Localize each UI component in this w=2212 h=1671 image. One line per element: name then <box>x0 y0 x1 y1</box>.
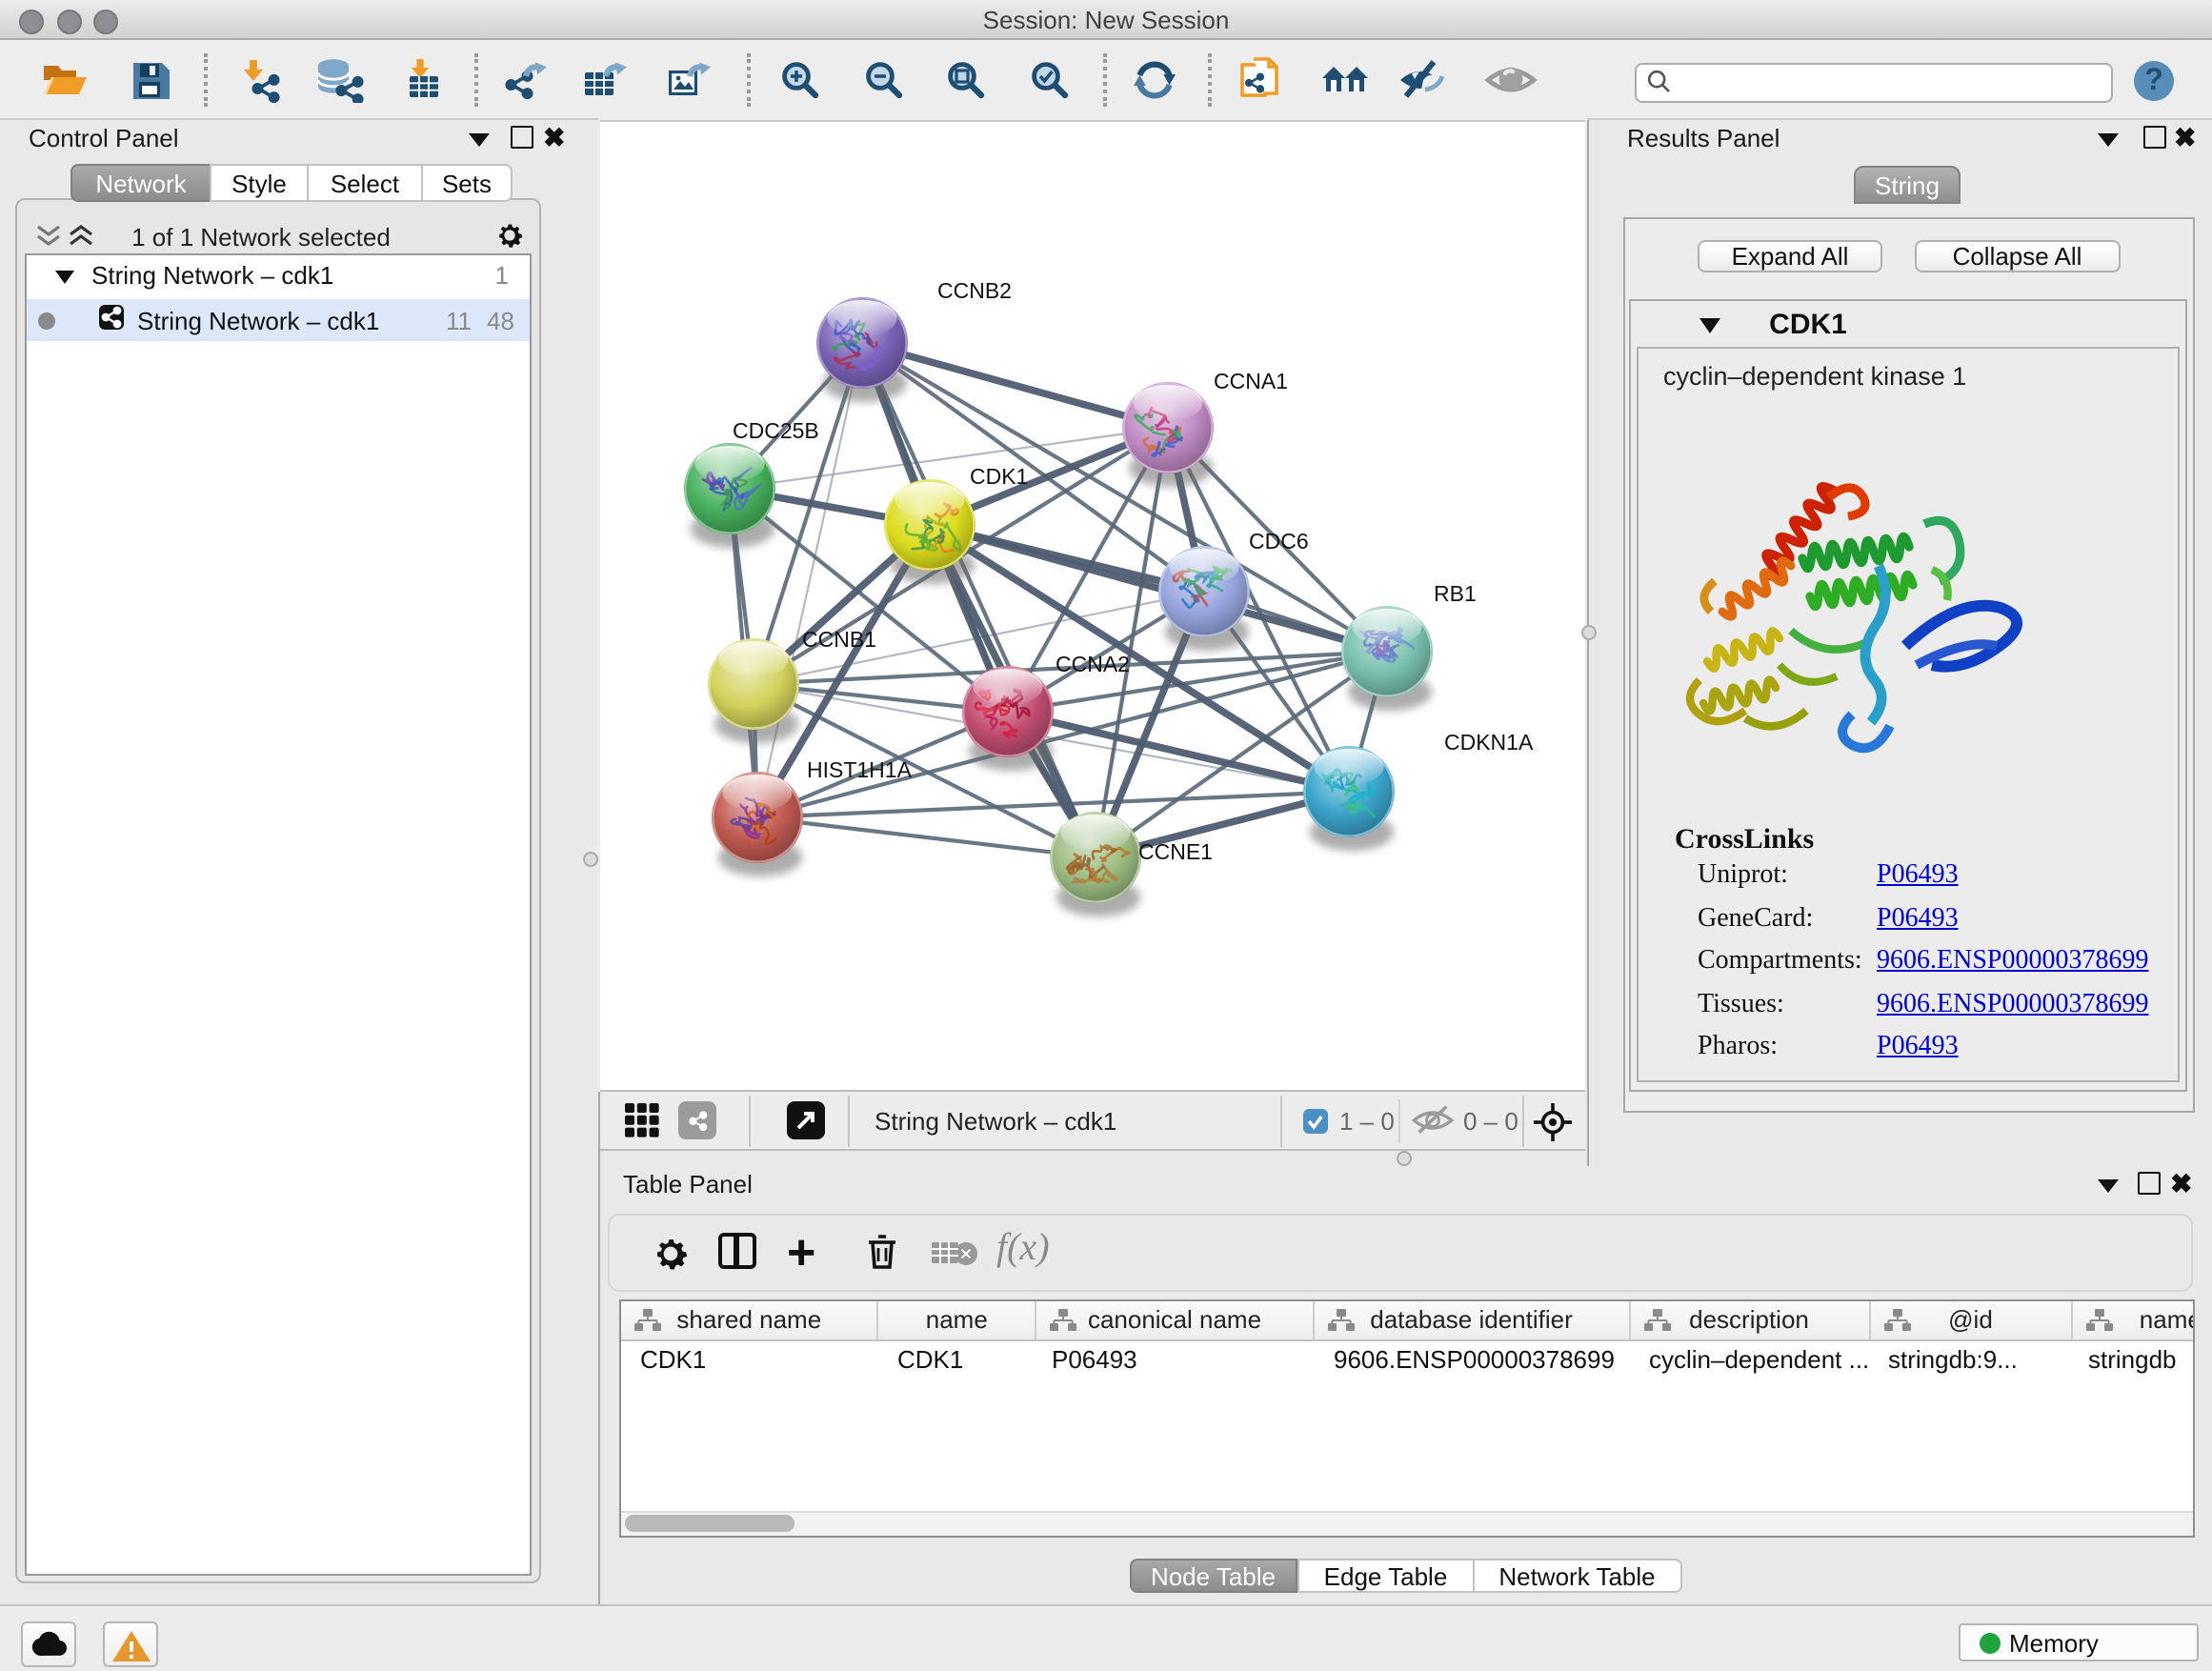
svg-text:HIST1H1A: HIST1H1A <box>807 757 913 782</box>
svg-text:CCNB2: CCNB2 <box>937 278 1012 303</box>
svg-text:CCNA2: CCNA2 <box>1056 652 1130 676</box>
svg-text:CCNB1: CCNB1 <box>802 627 876 652</box>
svg-text:CDC6: CDC6 <box>1249 529 1309 554</box>
svg-text:CDKN1A: CDKN1A <box>1444 730 1534 755</box>
svg-text:RB1: RB1 <box>1434 581 1477 606</box>
svg-text:CDK1: CDK1 <box>970 464 1028 489</box>
svg-text:CDC25B: CDC25B <box>733 418 819 443</box>
svg-text:CCNA1: CCNA1 <box>1214 369 1288 393</box>
svg-text:CCNE1: CCNE1 <box>1138 839 1213 864</box>
